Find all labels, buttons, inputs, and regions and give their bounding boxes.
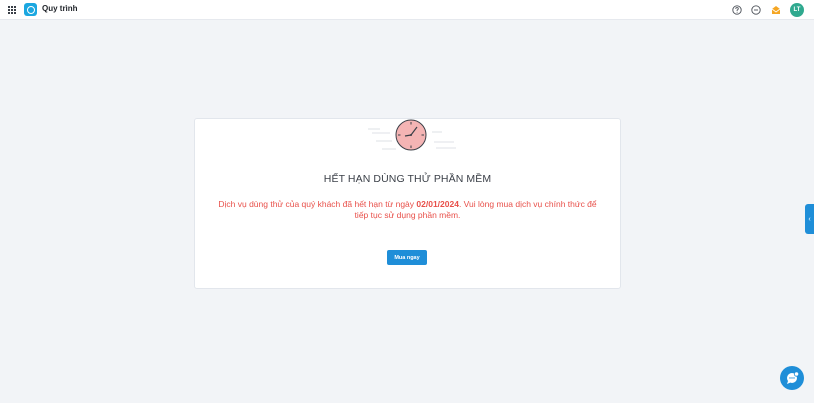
message-before: Dịch vụ dùng thử của quý khách đã hết hạ…: [218, 199, 417, 209]
apps-grid-icon[interactable]: [8, 6, 16, 14]
top-bar: Quy trình LT: [0, 0, 814, 20]
help-icon[interactable]: [732, 5, 742, 15]
card-title: HẾT HẠN DÙNG THỬ PHẦN MỀM: [323, 173, 492, 185]
chat-icon: [787, 371, 799, 384]
mail-icon[interactable]: [771, 5, 781, 15]
app-logo-icon[interactable]: [24, 3, 37, 16]
chevron-left-icon: ‹: [808, 215, 811, 223]
avatar[interactable]: LT: [790, 3, 804, 17]
app-title[interactable]: Quy trình: [42, 4, 78, 13]
clock-illustration-icon: [368, 119, 456, 151]
chat-button[interactable]: [780, 366, 804, 390]
expiry-message: Dịch vụ dùng thử của quý khách đã hết hạ…: [214, 199, 601, 220]
side-panel-toggle[interactable]: ‹: [805, 204, 814, 234]
buy-now-button[interactable]: Mua ngay: [387, 250, 427, 265]
clock-icon[interactable]: [751, 5, 761, 15]
expiry-date: 02/01/2024: [416, 199, 459, 209]
